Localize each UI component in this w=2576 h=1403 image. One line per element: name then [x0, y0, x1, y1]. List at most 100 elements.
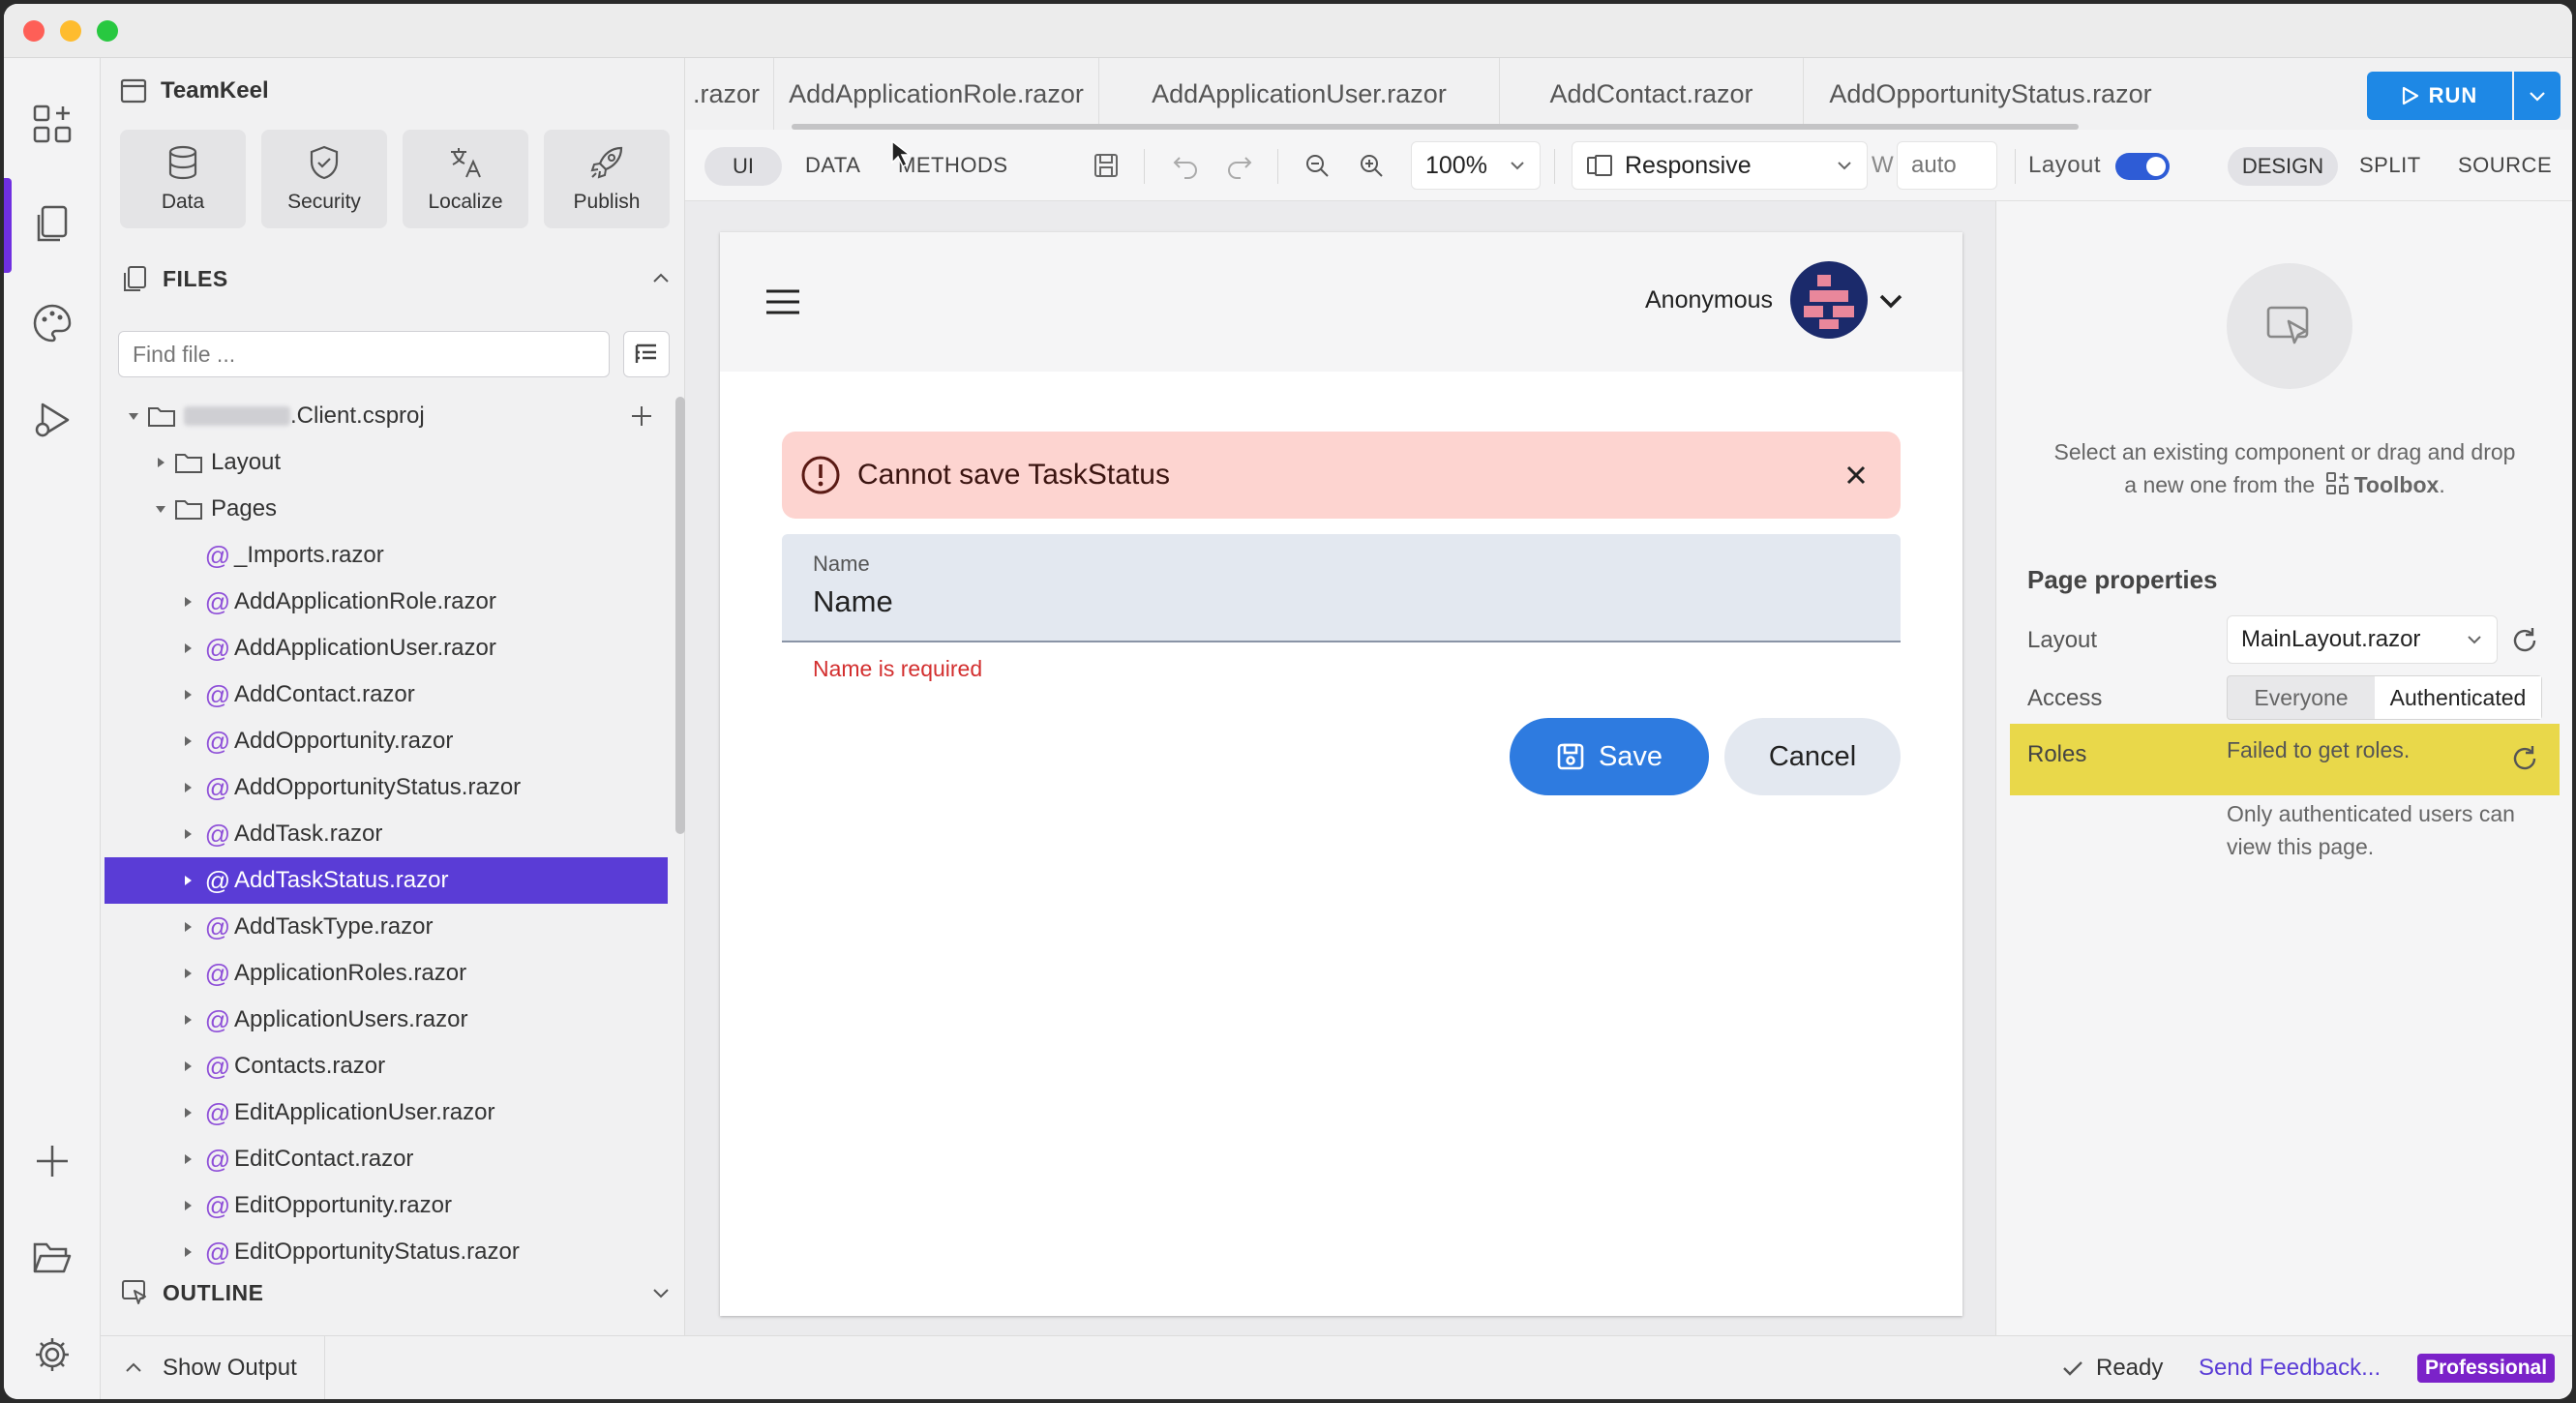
caret-right-icon[interactable]: [174, 625, 201, 672]
file-tree-scrollbar[interactable]: [675, 397, 685, 834]
outline-section-header[interactable]: OUTLINE: [120, 1269, 672, 1316]
localize-button[interactable]: Localize: [403, 130, 528, 228]
tree-folder-pages[interactable]: Pages: [105, 486, 668, 532]
device-select[interactable]: Responsive: [1572, 141, 1868, 190]
caret-right-icon[interactable]: [174, 997, 201, 1043]
zoom-in-button[interactable]: [1353, 147, 1390, 184]
caret-right-icon[interactable]: [147, 439, 174, 486]
caret-right-icon[interactable]: [174, 718, 201, 764]
show-output-button[interactable]: Show Output: [124, 1336, 325, 1399]
tree-folder-layout[interactable]: Layout: [105, 439, 668, 486]
caret-right-icon[interactable]: [174, 1182, 201, 1229]
tree-file-item[interactable]: @ Contacts.razor: [105, 1043, 668, 1090]
tree-file-item[interactable]: @ AddTaskType.razor: [105, 904, 668, 950]
tree-file-item[interactable]: @ EditApplicationUser.razor: [105, 1090, 668, 1136]
toolbox-link[interactable]: Toolbox: [2354, 472, 2440, 497]
caret-right-icon[interactable]: [174, 904, 201, 950]
access-everyone-option[interactable]: Everyone: [2228, 676, 2375, 719]
zoom-out-button[interactable]: [1299, 147, 1335, 184]
tree-file-item[interactable]: @ AddContact.razor: [105, 672, 668, 718]
view-design-tab[interactable]: DESIGN: [2228, 147, 2338, 186]
status-bar: Show Output Ready Send Feedback... Profe…: [101, 1335, 2572, 1399]
cancel-button[interactable]: Cancel: [1724, 718, 1901, 795]
find-file-input[interactable]: [118, 331, 610, 377]
send-feedback-link[interactable]: Send Feedback...: [2199, 1336, 2381, 1399]
chevron-down-icon[interactable]: [1877, 292, 1904, 312]
open-folder-rail-button[interactable]: [4, 1209, 101, 1306]
width-input[interactable]: [1897, 141, 1997, 190]
name-field-value[interactable]: Name: [813, 584, 893, 619]
save-button[interactable]: Save: [1510, 718, 1709, 795]
chevron-down-icon[interactable]: [650, 1282, 672, 1303]
access-authenticated-option[interactable]: Authenticated: [2375, 676, 2541, 719]
add-file-icon[interactable]: [629, 403, 654, 429]
toolbox-rail-button[interactable]: [4, 75, 101, 172]
data-button[interactable]: Data: [120, 130, 246, 228]
tree-file-item[interactable]: @ AddApplicationUser.razor: [105, 625, 668, 672]
add-rail-button[interactable]: [4, 1113, 101, 1209]
tab-add-contact[interactable]: AddContact.razor: [1500, 58, 1804, 130]
maximize-window-button[interactable]: [97, 20, 118, 42]
tree-file-item[interactable]: @ EditOpportunityStatus.razor: [105, 1229, 668, 1275]
caret-right-icon[interactable]: [174, 857, 201, 904]
files-rail-button[interactable]: [4, 176, 101, 273]
tree-file-item[interactable]: @ ApplicationUsers.razor: [105, 997, 668, 1043]
caret-right-icon[interactable]: [174, 579, 201, 625]
tree-project-root[interactable]: .Client.csproj: [105, 393, 668, 439]
hamburger-menu-icon[interactable]: [764, 288, 801, 315]
user-avatar[interactable]: [1790, 261, 1868, 339]
refresh-icon[interactable]: [2509, 625, 2540, 656]
tree-file-item[interactable]: @ EditOpportunity.razor: [105, 1182, 668, 1229]
debug-rail-button[interactable]: [4, 372, 101, 468]
settings-rail-button[interactable]: [4, 1306, 101, 1399]
themes-rail-button[interactable]: [4, 275, 101, 372]
mode-ui-tab[interactable]: UI: [704, 147, 782, 186]
refresh-icon[interactable]: [2509, 743, 2540, 774]
redo-button[interactable]: [1221, 147, 1258, 184]
tree-file-item[interactable]: @ _Imports.razor: [105, 532, 668, 579]
tree-view-button[interactable]: [623, 331, 670, 377]
preview-header: Anonymous: [720, 232, 1962, 372]
page-preview[interactable]: Anonymous Cannot save TaskStatus Name Na…: [720, 232, 1962, 1316]
minimize-window-button[interactable]: [60, 20, 81, 42]
tree-file-item[interactable]: @ AddApplicationRole.razor: [105, 579, 668, 625]
tree-file-item[interactable]: @ AddTask.razor: [105, 811, 668, 857]
tab-add-application-role[interactable]: AddApplicationRole.razor: [774, 58, 1099, 130]
tree-file-item[interactable]: @ AddOpportunity.razor: [105, 718, 668, 764]
tree-file-item[interactable]: @ AddTaskStatus.razor: [105, 857, 668, 904]
tab-add-application-user[interactable]: AddApplicationUser.razor: [1099, 58, 1500, 130]
run-options-button[interactable]: [2514, 72, 2561, 120]
caret-right-icon[interactable]: [174, 1229, 201, 1275]
caret-right-icon[interactable]: [174, 764, 201, 811]
run-button[interactable]: RUN: [2367, 72, 2512, 120]
caret-right-icon[interactable]: [174, 1043, 201, 1090]
tree-file-item[interactable]: @ ApplicationRoles.razor: [105, 950, 668, 997]
chevron-up-icon[interactable]: [650, 268, 672, 289]
view-split-tab[interactable]: SPLIT: [2359, 130, 2421, 201]
name-field[interactable]: Name Name: [782, 534, 1901, 642]
zoom-select[interactable]: 100%: [1411, 141, 1541, 190]
caret-right-icon[interactable]: [174, 811, 201, 857]
layout-toggle[interactable]: [2115, 153, 2170, 180]
layout-select[interactable]: MainLayout.razor: [2227, 615, 2498, 664]
caret-down-icon[interactable]: [147, 486, 174, 532]
save-file-button[interactable]: [1088, 147, 1124, 184]
caret-down-icon[interactable]: [120, 393, 147, 439]
caret-right-icon[interactable]: [174, 1090, 201, 1136]
publish-button[interactable]: Publish: [544, 130, 670, 228]
mode-data-tab[interactable]: DATA: [805, 130, 860, 201]
mode-methods-tab[interactable]: METHODS: [898, 130, 1008, 201]
tab-partial[interactable]: .razor: [685, 58, 774, 130]
caret-right-icon[interactable]: [174, 1136, 201, 1182]
caret-right-icon[interactable]: [174, 950, 201, 997]
tree-file-item[interactable]: @ EditContact.razor: [105, 1136, 668, 1182]
view-source-tab[interactable]: SOURCE: [2458, 130, 2552, 201]
files-section-header[interactable]: FILES: [120, 259, 672, 298]
security-button[interactable]: Security: [261, 130, 387, 228]
close-icon[interactable]: [1844, 463, 1868, 487]
tab-add-opportunity-status[interactable]: AddOpportunityStatus.razor: [1804, 58, 2177, 130]
caret-right-icon[interactable]: [174, 672, 201, 718]
tree-file-item[interactable]: @ AddOpportunityStatus.razor: [105, 764, 668, 811]
close-window-button[interactable]: [23, 20, 45, 42]
undo-button[interactable]: [1167, 147, 1204, 184]
